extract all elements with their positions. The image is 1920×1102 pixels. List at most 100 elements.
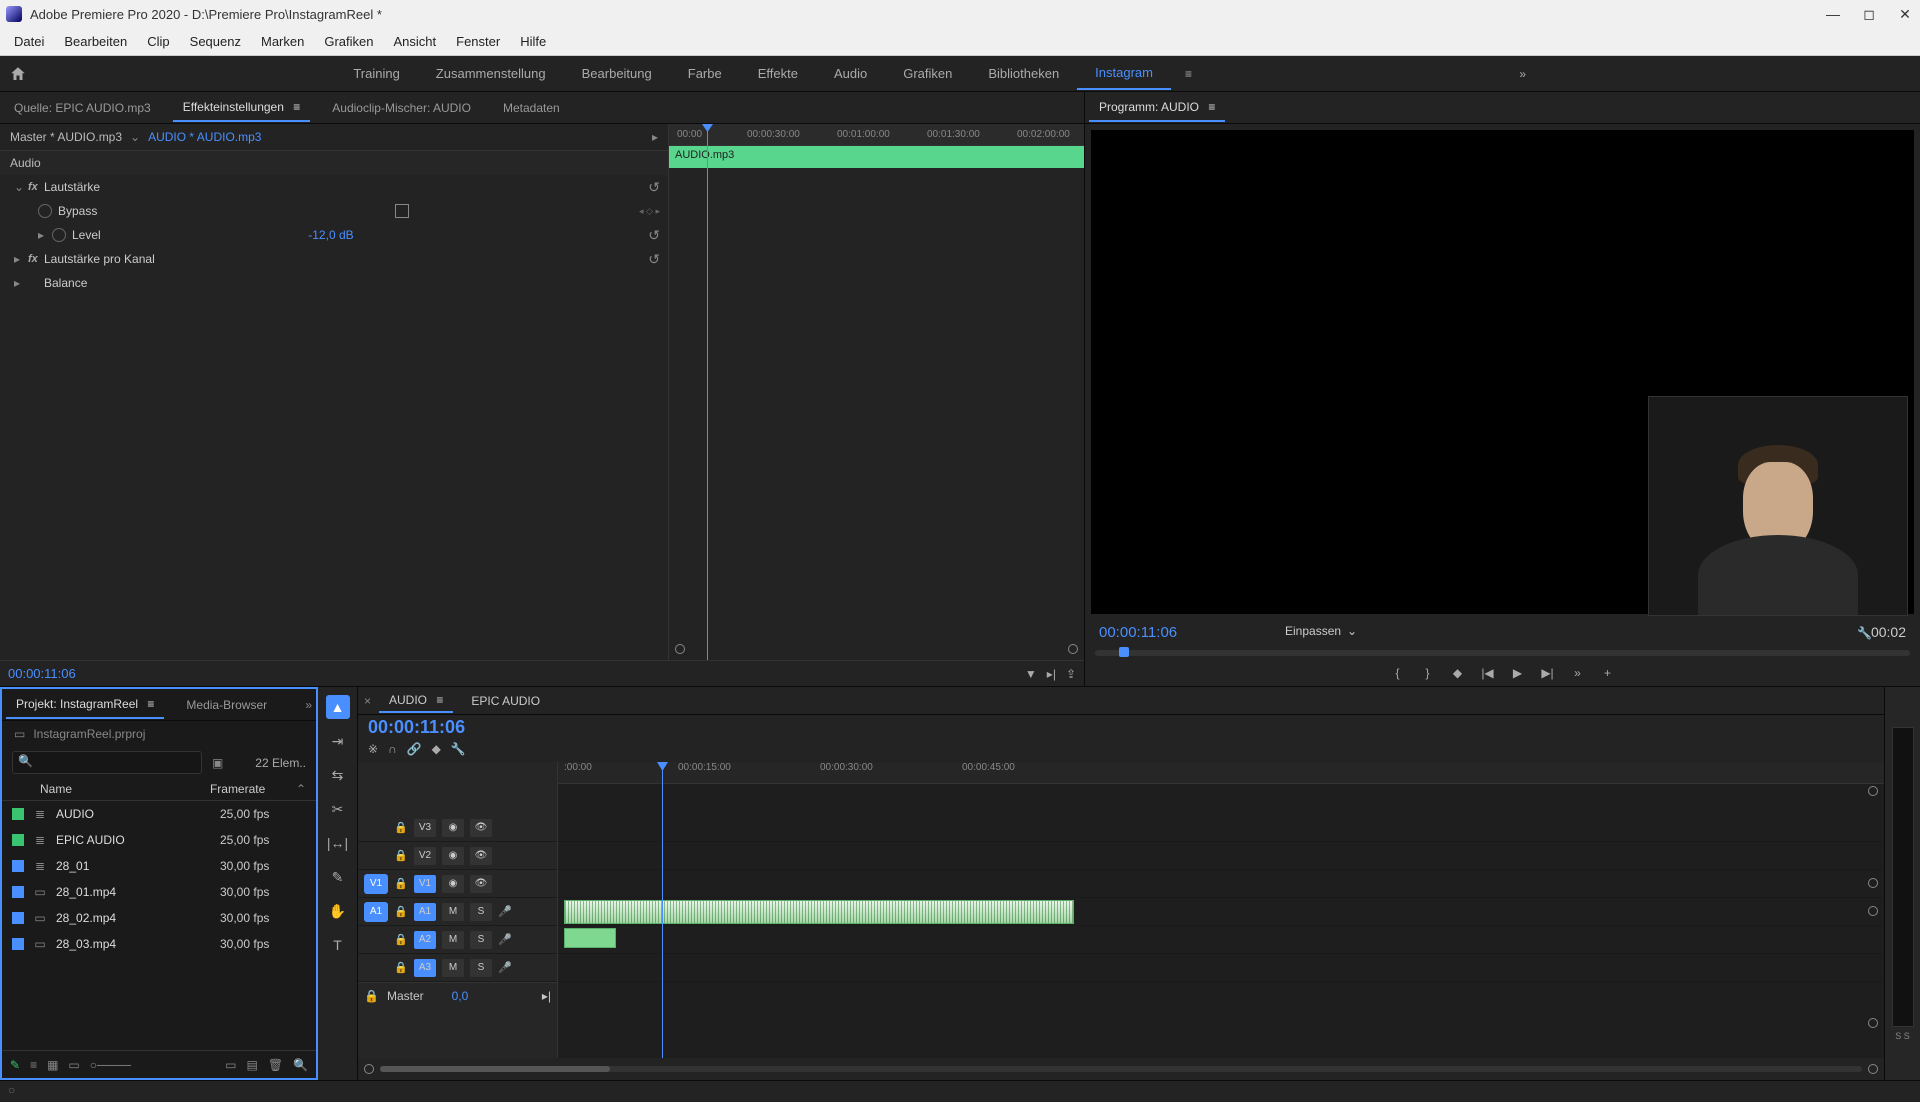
tab-media-browser[interactable]: Media-Browser <box>176 692 277 718</box>
project-search-input[interactable] <box>12 751 202 774</box>
eye-icon[interactable]: 👁 <box>470 875 492 893</box>
icon-view-icon[interactable]: ▦ <box>47 1058 58 1072</box>
linked-selection-icon[interactable]: 🔗 <box>407 742 422 756</box>
reset-icon[interactable]: ↺ <box>648 251 660 268</box>
keyframe-nav[interactable]: ◂ ◇ ▸ <box>639 206 660 217</box>
program-zoom-select[interactable]: Einpassen ⌄ <box>1285 624 1357 638</box>
home-button[interactable] <box>0 65 36 83</box>
label-swatch[interactable] <box>12 886 24 898</box>
expand-icon[interactable]: » <box>1568 666 1588 680</box>
menu-grafiken[interactable]: Grafiken <box>314 30 383 53</box>
track-v3-lane[interactable] <box>558 814 1884 842</box>
fx-playhead[interactable] <box>707 124 708 660</box>
audio-clip-a2[interactable] <box>564 928 616 948</box>
track-v2-lane[interactable] <box>558 842 1884 870</box>
slip-tool[interactable]: |↔| <box>326 831 350 855</box>
ws-grafiken[interactable]: Grafiken <box>885 58 970 89</box>
search-icon[interactable]: 🔍 <box>293 1058 308 1072</box>
tab-effect-controls[interactable]: Effekteinstellungen ≡ <box>173 94 311 122</box>
type-tool[interactable]: T <box>326 933 350 957</box>
track-v1-header[interactable]: V1🔒V1◉👁 <box>358 870 557 898</box>
label-swatch[interactable] <box>12 860 24 872</box>
label-swatch[interactable] <box>12 912 24 924</box>
track-v1-lane[interactable] <box>558 870 1884 898</box>
zoom-handle-right[interactable] <box>1868 1064 1878 1074</box>
audio-clip-a1[interactable] <box>564 900 1074 924</box>
tab-source[interactable]: Quelle: EPIC AUDIO.mp3 <box>4 95 161 121</box>
timeline-zoom-scrollbar[interactable] <box>358 1058 1884 1080</box>
mark-out-icon[interactable]: } <box>1418 666 1438 680</box>
wrench-icon[interactable]: 🔧 <box>1857 626 1872 640</box>
list-view-icon[interactable]: ≡ <box>30 1058 37 1072</box>
sequence-tab-audio[interactable]: AUDIO ≡ <box>379 689 453 713</box>
track-a1-header[interactable]: A1🔒A1MS🎤 <box>358 898 557 926</box>
source-patch-v1[interactable]: V1 <box>364 874 388 894</box>
selection-tool[interactable]: ▲ <box>326 695 350 719</box>
zoom-handle-right[interactable] <box>1068 644 1078 654</box>
play-only-icon[interactable]: ▸| <box>1047 667 1056 681</box>
track-a1-lane[interactable] <box>558 898 1884 926</box>
audio-meter[interactable] <box>1892 727 1914 1027</box>
wrench-icon[interactable]: 🔧 <box>451 742 466 756</box>
new-bin-icon[interactable]: ▭ <box>225 1058 236 1072</box>
close-button[interactable]: ✕ <box>1896 5 1914 23</box>
track-label[interactable]: A2 <box>414 931 436 949</box>
pencil-icon[interactable]: ✎ <box>10 1058 20 1072</box>
export-icon[interactable]: ⇪ <box>1066 667 1076 681</box>
marker-icon[interactable]: ◆ <box>432 742 441 756</box>
label-swatch[interactable] <box>12 834 24 846</box>
menu-bearbeiten[interactable]: Bearbeiten <box>54 30 137 53</box>
fx-timeline-ruler[interactable]: 00:00 00:00:30:00 00:01:00:00 00:01:30:0… <box>669 124 1084 146</box>
master-track-header[interactable]: 🔒Master0,0▸| <box>358 982 557 1008</box>
panel-expand-icon[interactable]: » <box>305 698 312 712</box>
new-item-icon[interactable]: ▤ <box>246 1058 257 1072</box>
track-v3-header[interactable]: 🔒V3◉👁 <box>358 814 557 842</box>
ripple-edit-tool[interactable]: ⇆ <box>326 763 350 787</box>
lock-icon[interactable]: 🔒 <box>364 989 379 1003</box>
panel-menu-icon[interactable]: ≡ <box>436 693 443 707</box>
trash-icon[interactable]: 🗑 <box>268 1058 283 1072</box>
zoom-handle-left[interactable] <box>364 1064 374 1074</box>
magnet-icon[interactable]: ∩ <box>388 742 397 756</box>
eye-icon[interactable]: 👁 <box>470 819 492 837</box>
sequence-tab-epic[interactable]: EPIC AUDIO <box>461 690 550 712</box>
tab-audioclip-mixer[interactable]: Audioclip-Mischer: AUDIO <box>322 95 481 121</box>
solo-button[interactable]: S <box>470 903 492 921</box>
menu-fenster[interactable]: Fenster <box>446 30 510 53</box>
solo-button[interactable]: S <box>470 931 492 949</box>
mute-button[interactable]: M <box>442 959 464 977</box>
sort-asc-icon[interactable]: ⌃ <box>296 782 306 796</box>
col-fps-header[interactable]: Framerate <box>210 782 296 796</box>
level-value[interactable]: -12,0 dB <box>308 228 438 242</box>
mic-icon[interactable]: 🎤 <box>498 905 512 918</box>
chevron-down-icon[interactable]: ⌄ <box>130 130 140 144</box>
ws-bibliotheken[interactable]: Bibliotheken <box>970 58 1077 89</box>
project-item[interactable]: ▭28_01.mp430,00 fps <box>2 879 316 905</box>
solo-button[interactable]: S <box>470 959 492 977</box>
zoom-handle[interactable] <box>1868 878 1878 888</box>
source-patch-a1[interactable]: A1 <box>364 902 388 922</box>
label-swatch[interactable] <box>12 808 24 820</box>
snap-icon[interactable]: ※ <box>368 742 378 756</box>
timeline-current-time[interactable]: 00:00:11:06 <box>358 715 1884 740</box>
track-label[interactable]: V2 <box>414 847 436 865</box>
track-v2-header[interactable]: 🔒V2◉👁 <box>358 842 557 870</box>
freeform-view-icon[interactable]: ▭ <box>68 1058 79 1072</box>
menu-ansicht[interactable]: Ansicht <box>383 30 446 53</box>
close-tab-icon[interactable]: × <box>364 694 371 708</box>
track-a2-lane[interactable] <box>558 926 1884 954</box>
track-label[interactable]: A3 <box>414 959 436 977</box>
tab-project[interactable]: Projekt: InstagramReel ≡ <box>6 691 164 719</box>
ws-audio[interactable]: Audio <box>816 58 885 89</box>
step-forward-icon[interactable]: ▶| <box>1538 666 1558 680</box>
panel-menu-icon[interactable]: ≡ <box>293 100 300 114</box>
twirl-icon[interactable]: ▸ <box>14 252 28 266</box>
panel-menu-icon[interactable]: ≡ <box>1208 100 1215 114</box>
sync-lock-icon[interactable]: ◉ <box>442 847 464 865</box>
ws-bearbeitung[interactable]: Bearbeitung <box>564 58 670 89</box>
track-label[interactable]: V3 <box>414 819 436 837</box>
filter-icon[interactable]: ▼ <box>1025 667 1037 681</box>
minimize-button[interactable]: — <box>1824 5 1842 23</box>
fx-badge-icon[interactable]: fx <box>28 181 44 193</box>
add-marker-icon[interactable]: ◆ <box>1448 666 1468 680</box>
